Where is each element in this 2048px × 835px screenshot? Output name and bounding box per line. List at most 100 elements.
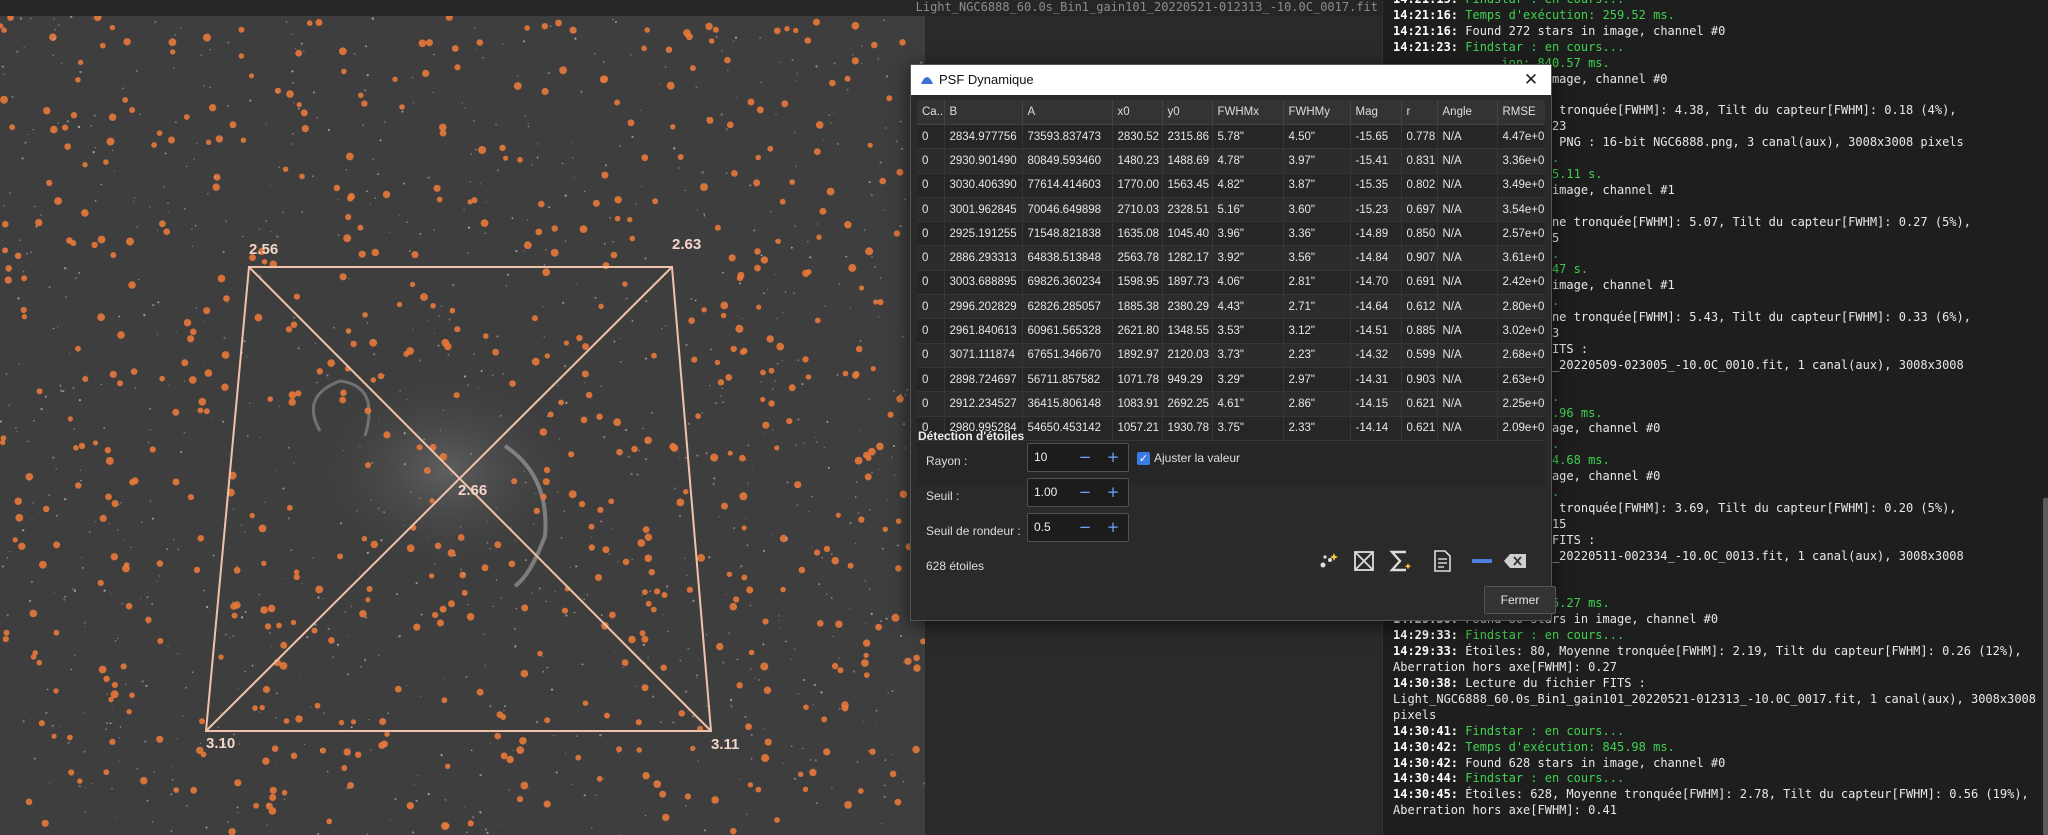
star-marker: [262, 685, 271, 694]
faint-star: [790, 658, 792, 660]
star-marker: [563, 340, 570, 346]
faint-star: [202, 320, 204, 323]
column-header[interactable]: FWHMy: [1283, 100, 1351, 125]
faint-star: [612, 18, 614, 21]
faint-star: [763, 728, 765, 730]
star-marker: [280, 641, 288, 649]
star-marker: [861, 659, 869, 667]
faint-star: [486, 541, 489, 544]
table-row[interactable]: 0 2961.840613 60961.565328 2621.80 1348.55 3.…: [917, 318, 1545, 344]
threshold-value[interactable]: 1.00: [1034, 485, 1057, 499]
table-cell: 0: [917, 173, 945, 198]
minus-icon[interactable]: −: [1074, 482, 1096, 502]
star-marker: [815, 121, 824, 129]
export-list-icon[interactable]: [1428, 547, 1456, 575]
table-row[interactable]: 0 3003.688895 69826.360234 1598.95 1897.73 4.…: [917, 270, 1545, 296]
minus-icon[interactable]: −: [1074, 447, 1096, 467]
star-marker: [418, 39, 427, 48]
table-row[interactable]: 0 3001.962845 70046.649898 2710.03 2328.51 5.…: [917, 197, 1545, 223]
star-marker: [639, 630, 646, 637]
table-row[interactable]: 0 2925.191255 71548.821838 1635.08 1045.40 3.…: [917, 221, 1545, 247]
console-scrollbar[interactable]: [2043, 498, 2048, 835]
table-row[interactable]: 0 2834.977756 73593.837473 2830.52 2315.86 5.…: [917, 124, 1545, 150]
star-marker: [203, 307, 211, 315]
faint-star: [84, 811, 86, 813]
adjust-value-checkbox[interactable]: ✓: [1137, 452, 1150, 465]
column-header[interactable]: A: [1022, 100, 1113, 125]
table-cell: 1071.78: [1112, 367, 1163, 393]
threshold-spinbox[interactable]: 1.00 − +: [1027, 478, 1129, 507]
find-stars-icon[interactable]: [1314, 547, 1342, 575]
table-row[interactable]: 0 2912.234527 36415.806148 1083.91 2692.25 4.…: [917, 391, 1545, 417]
table-cell: 3.96": [1212, 221, 1284, 247]
table-row[interactable]: 0 3071.111874 67651.346670 1892.97 2120.03 3.…: [917, 343, 1545, 368]
faint-star: [831, 597, 833, 599]
faint-star: [149, 206, 151, 208]
star-field-image[interactable]: 2.56 2.63 2.66 3.10 3.11: [0, 16, 925, 835]
faint-star: [405, 684, 408, 686]
faint-star: [811, 495, 813, 498]
star-marker: [535, 228, 543, 236]
faint-star: [701, 411, 704, 415]
close-button[interactable]: Fermer: [1484, 586, 1556, 614]
roundness-value[interactable]: 0.5: [1034, 520, 1051, 534]
faint-star: [881, 547, 884, 550]
faint-star: [377, 173, 379, 176]
minus-icon[interactable]: −: [1074, 517, 1096, 537]
roundness-spinbox[interactable]: 0.5 − +: [1027, 513, 1129, 542]
psf-dialog[interactable]: PSF Dynamique ✕ Ca.. B Ax0 y0 FWHMx FWHMy Mag r…: [910, 64, 1556, 621]
faint-star: [464, 107, 467, 110]
faint-star: [372, 158, 374, 161]
table-row[interactable]: 0 3030.406390 77614.414603 1770.00 1563.45 4.…: [917, 173, 1545, 198]
faint-star: [527, 219, 529, 221]
table-row[interactable]: 0 2886.293313 64838.513848 2563.78 1282.17 3.…: [917, 245, 1545, 271]
column-header[interactable]: RMSE: [1497, 100, 1545, 125]
erase-icon[interactable]: [1501, 547, 1529, 575]
column-header[interactable]: B: [944, 100, 1023, 125]
table-cell: 69826.360234: [1022, 270, 1113, 296]
column-header[interactable]: r: [1401, 100, 1438, 125]
star-marker: [145, 616, 152, 623]
column-header[interactable]: Mag: [1350, 100, 1402, 125]
star-marker: [168, 136, 175, 144]
plus-icon[interactable]: +: [1102, 482, 1124, 502]
faint-star: [787, 147, 789, 149]
minimize-icon[interactable]: [1468, 547, 1496, 575]
table-cell: 3001.962845: [944, 197, 1023, 223]
plus-icon[interactable]: +: [1102, 447, 1124, 467]
table-row[interactable]: 0 2930.901490 80849.593460 1480.23 1488.69 4.…: [917, 148, 1545, 174]
star-marker: [695, 413, 701, 419]
faint-star: [57, 325, 59, 328]
close-icon[interactable]: ✕: [1511, 65, 1551, 95]
star-marker: [627, 119, 635, 127]
table-cell: 4.43": [1212, 294, 1284, 320]
table-cell: 67651.346670: [1022, 343, 1113, 368]
star-table[interactable]: Ca.. B Ax0 y0 FWHMx FWHMy Mag r Angle RMSE 0 2834.…: [917, 100, 1545, 485]
faint-star: [118, 760, 120, 763]
clear-stars-icon[interactable]: [1350, 547, 1378, 575]
plus-icon[interactable]: +: [1102, 517, 1124, 537]
star-marker: [301, 125, 309, 133]
dialog-title-bar[interactable]: PSF Dynamique ✕: [911, 65, 1551, 95]
column-header[interactable]: y0: [1162, 100, 1213, 125]
table-cell: 0.802: [1401, 173, 1438, 198]
column-header[interactable]: x0: [1112, 100, 1163, 125]
star-marker: [434, 542, 442, 550]
star-marker: [644, 436, 652, 445]
column-header[interactable]: FWHMx: [1212, 100, 1284, 125]
column-header[interactable]: Ca..: [917, 100, 945, 125]
table-cell: 0: [917, 221, 945, 247]
faint-star: [19, 17, 23, 20]
table-row[interactable]: 0 2996.202829 62826.285057 1885.38 2380.29 4.…: [917, 294, 1545, 320]
radius-spinbox[interactable]: 10 − +: [1027, 443, 1129, 472]
table-row[interactable]: 0 2898.724697 56711.857582 1071.78 949.29 3.2…: [917, 367, 1545, 393]
faint-star: [370, 499, 372, 501]
faint-star: [63, 598, 66, 601]
adjust-value-label[interactable]: Ajuster la valeur: [1154, 451, 1240, 465]
sum-icon[interactable]: [1386, 547, 1414, 575]
faint-star: [306, 635, 309, 639]
radius-value[interactable]: 10: [1034, 450, 1047, 464]
column-header[interactable]: Angle: [1437, 100, 1498, 125]
star-marker: [25, 473, 34, 481]
faint-star: [662, 614, 664, 616]
